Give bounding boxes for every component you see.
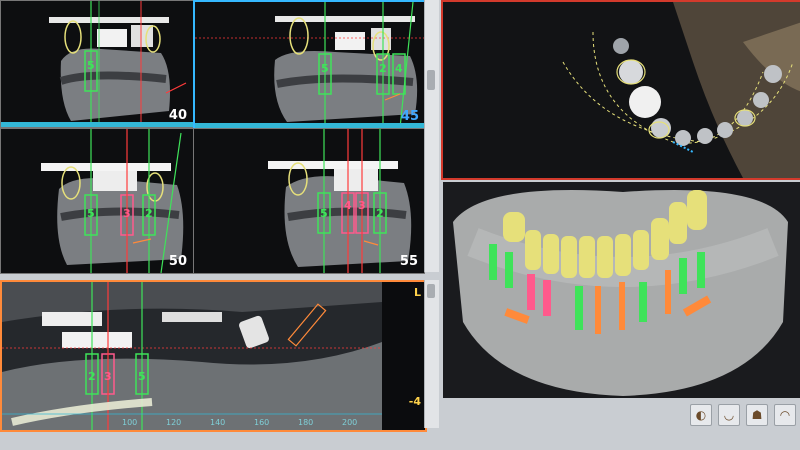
slice-50-implant-label-2: 3 <box>123 207 131 220</box>
axial-image <box>443 2 800 178</box>
slice-number-55: 55 <box>399 254 418 269</box>
panoramic-image: 100 120 140 160 180 200 <box>2 282 425 430</box>
panoramic-implant-label-2: 3 <box>104 370 112 383</box>
slice-scrollbar-thumb[interactable] <box>427 70 435 90</box>
slice-55-implant-label-4: 2 <box>376 207 384 220</box>
slice-50-image <box>1 129 193 273</box>
axial-view[interactable] <box>441 0 800 180</box>
panoramic-side-marker: L <box>413 286 421 299</box>
slice-number-40: 40 <box>168 108 187 123</box>
slice-view-45[interactable]: 5 2 4 45 <box>193 0 427 130</box>
slice-55-implant-label-1: 5 <box>320 207 328 220</box>
slice-45-image <box>195 2 425 128</box>
slice-45-implant-label-1: 5 <box>321 62 329 75</box>
panoramic-scale-tick: 200 <box>342 418 357 427</box>
skull-icon[interactable]: ☗ <box>746 404 768 426</box>
slice-50-implant-label-1: 5 <box>87 207 95 220</box>
panoramic-view[interactable]: 100 120 140 160 180 200 2 3 5 L -4 <box>0 280 427 432</box>
panoramic-scale-tick: 160 <box>254 418 269 427</box>
slice-number-50: 50 <box>168 254 187 269</box>
slice-55-implant-label-2: 4 <box>344 199 352 212</box>
slice-55-implant-label-3: 3 <box>358 199 366 212</box>
panoramic-scale-tick: 120 <box>166 418 181 427</box>
slice-55-image <box>194 129 424 273</box>
panoramic-scale-tick: 140 <box>210 418 225 427</box>
render-3d-view[interactable] <box>441 180 800 400</box>
render-3d-image <box>443 182 800 398</box>
panoramic-scale-tick: 100 <box>122 418 137 427</box>
slice-40-image <box>1 1 193 127</box>
panoramic-depth-marker: -4 <box>408 395 421 408</box>
slice-view-50[interactable]: 5 3 2 50 <box>0 128 194 274</box>
panoramic-scale-tick: 180 <box>298 418 313 427</box>
tooth-icon[interactable]: ◐ <box>690 404 712 426</box>
jaw-3d-icon[interactable]: ◠ <box>774 404 796 426</box>
slice-50-implant-label-3: 2 <box>145 207 153 220</box>
slice-45-implant-label-2: 2 <box>379 62 387 75</box>
panoramic-implant-label-3: 5 <box>138 370 146 383</box>
slice-scrollbar[interactable] <box>424 0 439 272</box>
slice-view-55[interactable]: 5 4 3 2 55 <box>193 128 425 274</box>
panoramic-scrollbar[interactable] <box>424 280 439 428</box>
panoramic-scrollbar-thumb[interactable] <box>427 284 435 298</box>
slice-view-40[interactable]: 5 40 <box>0 0 194 128</box>
slice-number-45: 45 <box>400 109 419 124</box>
jaw-outline-icon[interactable]: ◡ <box>718 404 740 426</box>
slice-40-implant-label: 5 <box>87 59 95 72</box>
slice-45-implant-label-3: 4 <box>395 62 403 75</box>
view-toolbar: ◐ ◡ ☗ ◠ <box>690 402 798 428</box>
panoramic-implant-label-1: 2 <box>88 370 96 383</box>
